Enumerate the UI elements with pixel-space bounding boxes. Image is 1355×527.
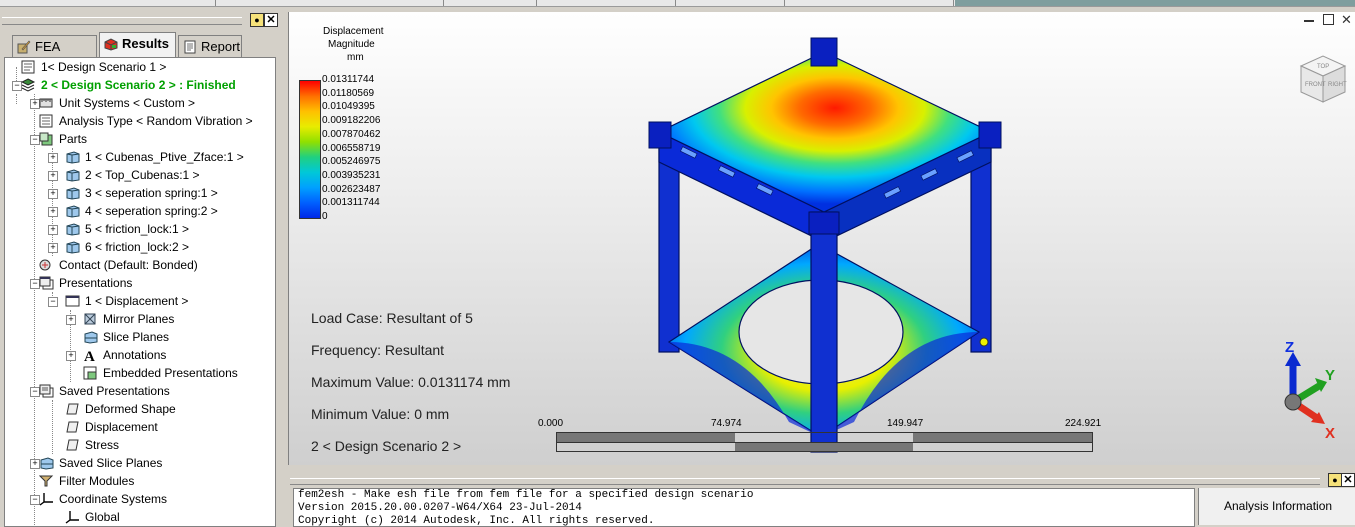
collapse-toggle[interactable]: − (48, 297, 58, 307)
fea-editor-icon (17, 40, 31, 54)
fea-model (648, 37, 1002, 453)
expand-toggle[interactable]: + (48, 189, 58, 199)
tab-label: Report (201, 39, 241, 54)
axis-triad[interactable]: Z Y X (1271, 340, 1341, 440)
part-icon (66, 223, 80, 236)
coordinate-systems-icon (39, 493, 53, 506)
view-cube[interactable]: TOP FRONT RIGHT (1297, 52, 1349, 108)
scenario-icon (21, 60, 35, 74)
scale-label: 0.000 (538, 418, 564, 429)
console-output[interactable]: fem2esh - Make esh file from fem file fo… (293, 488, 1195, 527)
console-line: fem2esh - Make esh file from fem file fo… (298, 489, 754, 501)
expand-toggle[interactable]: + (66, 315, 76, 325)
part-icon (66, 151, 80, 164)
scale-label: 149.947 (887, 418, 924, 429)
saved-item-icon (66, 439, 79, 451)
expand-toggle[interactable]: + (48, 171, 58, 181)
scale-label: 224.921 (1065, 418, 1102, 429)
slice-planes-icon (84, 331, 98, 344)
results-tree: 1< Design Scenario 1 > − 2 < Design Scen… (4, 57, 276, 527)
annotations-icon: A (84, 349, 95, 362)
console-line: Copyright (c) 2014 Autodesk, Inc. All ri… (298, 515, 655, 527)
tab-label: Results (122, 36, 169, 51)
view-cube-face-front: FRONT (1305, 82, 1326, 88)
saved-slice-planes-icon (40, 457, 54, 470)
part-icon (66, 169, 80, 182)
tab-report[interactable]: Report (178, 35, 242, 57)
parts-icon (39, 132, 53, 146)
view-cube-face-right: RIGHT (1328, 82, 1347, 88)
report-icon (184, 40, 196, 54)
top-toolbar-strip (0, 0, 1355, 7)
mirror-planes-icon (84, 313, 96, 325)
panel-grip[interactable] (2, 17, 242, 25)
console-line: Version 2015.20.00.0207-W64/X64 23-Jul-2… (298, 502, 582, 514)
saved-presentations-icon (39, 384, 54, 398)
presentations-icon (39, 276, 54, 290)
saved-item-icon (66, 403, 79, 415)
expand-toggle[interactable]: + (48, 207, 58, 217)
expand-toggle[interactable]: + (48, 153, 58, 163)
contact-icon (39, 259, 51, 271)
axis-y-label: Y (1325, 367, 1335, 384)
min-value-text: Minimum Value: 0 mm (311, 406, 450, 422)
tab-fea-editor[interactable]: FEA Editor (12, 35, 97, 76)
units-icon (39, 98, 53, 108)
scale-bar (556, 432, 1093, 452)
max-value-text: Maximum Value: 0.0131174 mm (311, 374, 511, 390)
close-icon[interactable]: ✕ (1341, 473, 1355, 487)
pin-icon[interactable]: ● (250, 13, 264, 27)
panel-grip[interactable] (290, 478, 1320, 485)
stack-icon (21, 78, 36, 92)
expand-toggle[interactable]: + (48, 243, 58, 253)
filter-icon (39, 475, 54, 487)
expand-toggle[interactable]: + (66, 351, 76, 361)
part-icon (66, 241, 80, 254)
axis-z-label: Z (1285, 340, 1294, 356)
view-cube-face-top: TOP (1317, 64, 1329, 70)
saved-item-icon (66, 421, 79, 433)
frequency-text: Frequency: Resultant (311, 342, 445, 358)
analysis-type-icon (39, 114, 53, 128)
model-viewport[interactable]: ✕ Displacement Magnitude mm 0.01311744 0.… (288, 12, 1355, 465)
embedded-presentations-icon (83, 366, 97, 380)
part-icon (66, 187, 80, 200)
close-icon[interactable]: ✕ (264, 13, 278, 27)
presentation-window-icon (65, 295, 80, 307)
load-case-text: Load Case: Resultant of 5 (311, 310, 473, 326)
tab-results[interactable]: Results (99, 32, 176, 57)
analysis-information-tab[interactable]: Analysis Information (1198, 488, 1355, 525)
results-icon (104, 38, 118, 51)
pin-icon[interactable]: ● (1328, 473, 1342, 487)
scale-label: 74.974 (711, 418, 742, 429)
global-axis-icon (65, 511, 79, 524)
expand-toggle[interactable]: + (48, 225, 58, 235)
axis-x-label: X (1325, 425, 1335, 440)
part-icon (66, 205, 80, 218)
scenario-text: 2 < Design Scenario 2 > (311, 438, 462, 454)
svg-text:A: A (84, 349, 95, 362)
panel-splitter[interactable] (278, 12, 288, 525)
analysis-information-label: Analysis Information (1224, 499, 1333, 513)
